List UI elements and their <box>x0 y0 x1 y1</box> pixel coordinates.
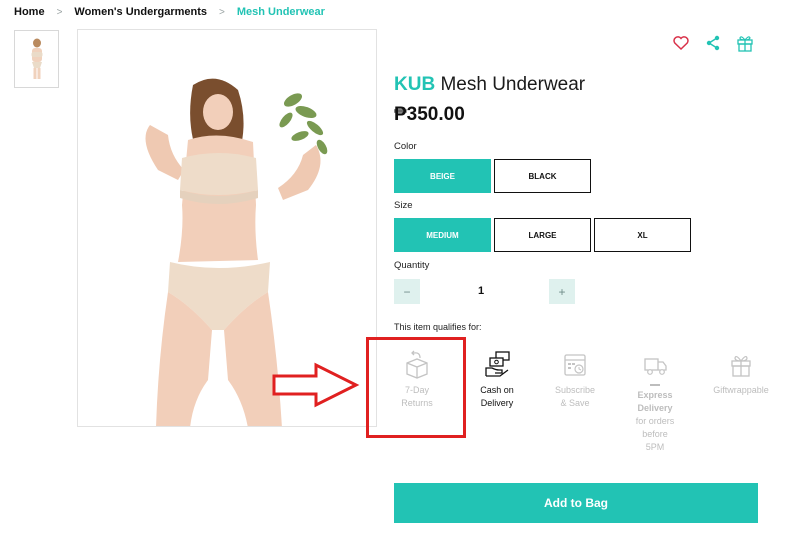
share-icon[interactable] <box>702 33 724 53</box>
product-name: Mesh Underwear <box>440 74 586 95</box>
annotation-arrow-icon <box>272 362 360 408</box>
product-title: KUB Mesh Underwear <box>394 74 585 96</box>
size-label: Size <box>394 200 413 211</box>
chevron-right-icon: > <box>56 6 63 18</box>
product-brand: KUB <box>394 74 436 95</box>
size-option-large[interactable]: LARGE <box>494 218 591 252</box>
quantity-decrease-button[interactable]: − <box>394 279 420 304</box>
calendar-clock-icon <box>564 354 586 376</box>
feature-cod-line2: Delivery <box>480 398 514 408</box>
annotation-highlight-box <box>366 337 466 438</box>
feature-express-line5: 5PM <box>645 442 665 452</box>
feature-subscribe-line2: & Save <box>560 398 590 408</box>
add-to-bag-button[interactable]: Add to Bag <box>394 483 758 523</box>
gift-icon[interactable] <box>734 33 756 53</box>
color-label: Color <box>394 141 417 152</box>
feature-subscribe-line1: Subscribe <box>554 385 596 395</box>
quantity-increase-button[interactable]: + <box>549 279 575 304</box>
quantity-value[interactable]: 1 <box>478 285 484 297</box>
heart-icon[interactable] <box>670 33 692 53</box>
feature-express-line2: Delivery <box>637 403 673 413</box>
feature-giftwrappable: Giftwrappable <box>706 350 776 397</box>
delivery-truck-icon <box>644 358 667 375</box>
qualifies-label: This item qualifies for: <box>394 322 482 332</box>
cash-delivery-icon <box>485 351 510 377</box>
feature-express-line3: for orders <box>635 416 675 426</box>
breadcrumb: Home > Women's Undergarments > Mesh Unde… <box>14 6 325 18</box>
breadcrumb-category[interactable]: Women's Undergarments <box>74 6 207 18</box>
color-option-beige[interactable]: BEIGE <box>394 159 491 193</box>
product-price: ₱350.00 <box>394 104 465 125</box>
product-thumbnail[interactable] <box>14 30 59 88</box>
breadcrumb-home[interactable]: Home <box>14 6 45 18</box>
size-option-medium[interactable]: MEDIUM <box>394 218 491 252</box>
plant-leaves <box>279 93 328 155</box>
feature-express-delivery: Express Delivery for orders before 5PM <box>620 350 690 454</box>
feature-cash-on-delivery: Cash on Delivery <box>462 350 532 410</box>
size-option-xl[interactable]: XL <box>594 218 691 252</box>
chevron-right-icon: > <box>219 6 225 18</box>
breadcrumb-current: Mesh Underwear <box>236 6 325 18</box>
feature-subscribe-save: Subscribe & Save <box>540 350 610 410</box>
color-option-black[interactable]: BLACK <box>494 159 591 193</box>
feature-express-line4: before <box>642 429 668 439</box>
quantity-label: Quantity <box>394 260 430 271</box>
feature-cod-line1: Cash on <box>480 385 514 395</box>
gift-icon <box>731 355 751 377</box>
feature-express-divider <box>650 384 660 386</box>
feature-express-line1: Express <box>637 390 673 400</box>
feature-gift-line1: Giftwrappable <box>713 385 769 395</box>
